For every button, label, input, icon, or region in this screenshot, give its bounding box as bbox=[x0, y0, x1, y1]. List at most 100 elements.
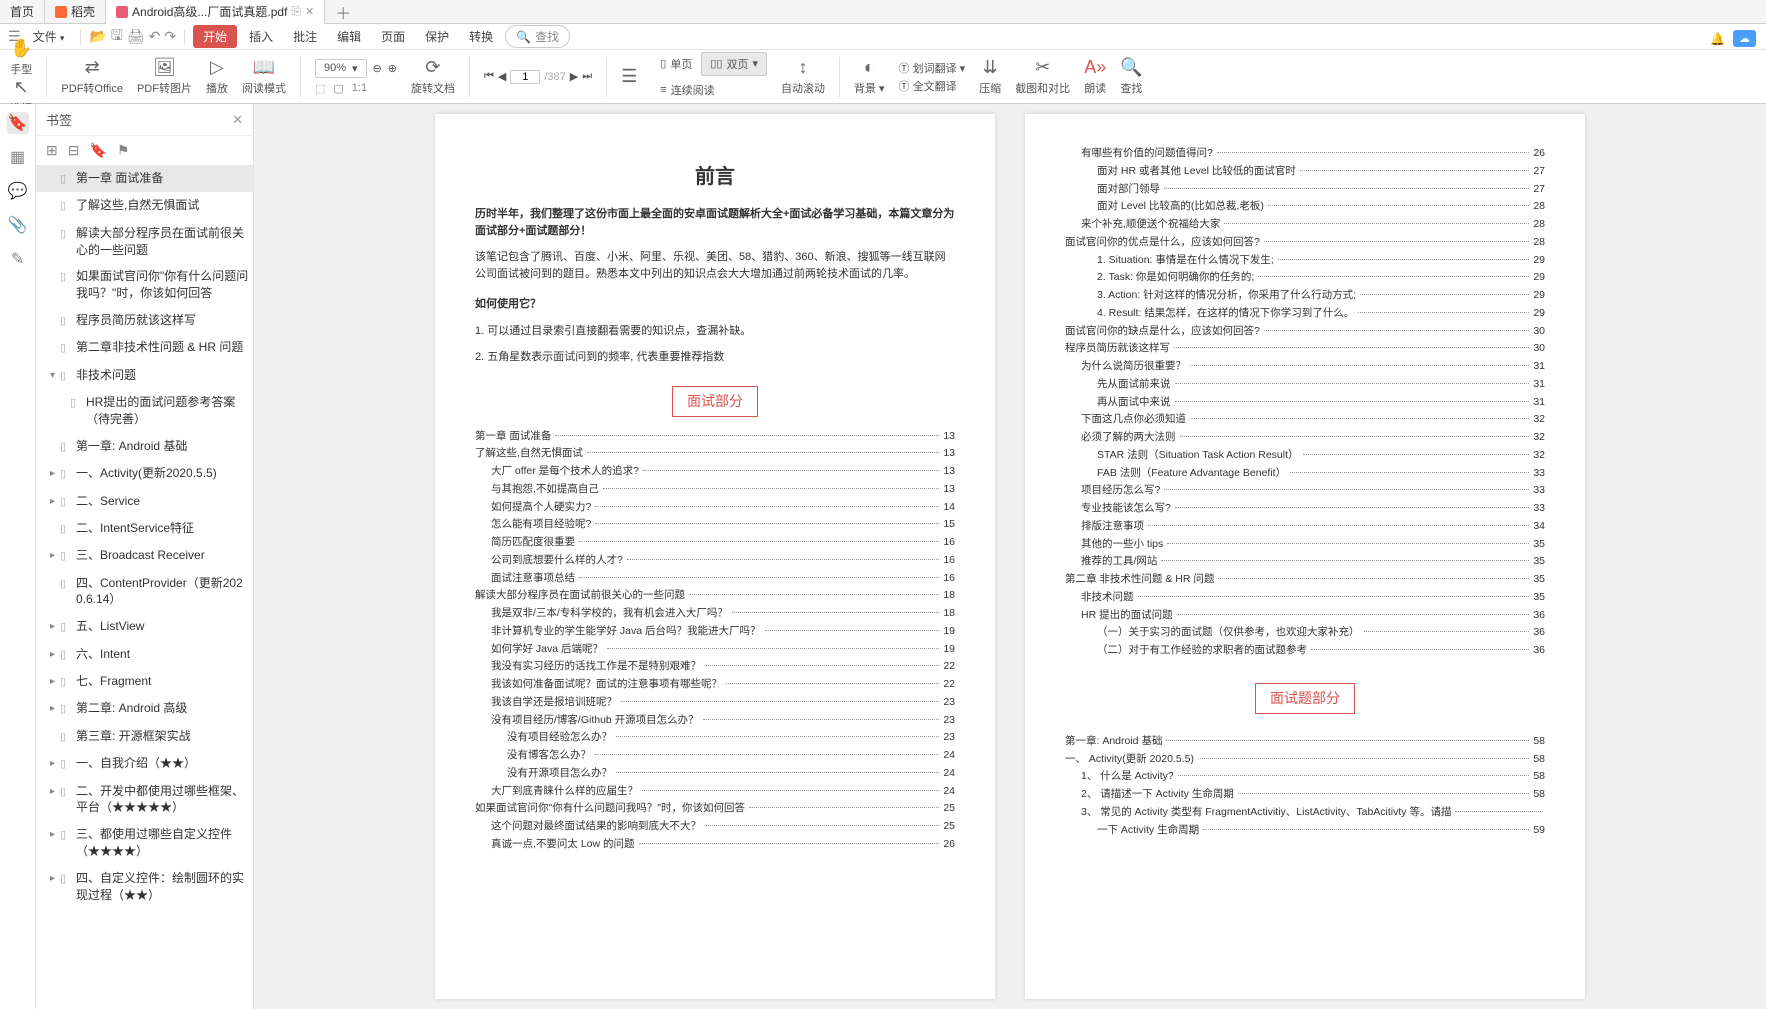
bookmark-item[interactable]: ▯四、ContentProvider（更新2020.6.14） bbox=[36, 570, 253, 614]
toc-entry: 我该如何准备面试呢？面试的注意事项有哪些呢？22 bbox=[475, 677, 955, 693]
start-tab[interactable]: 开始 bbox=[193, 25, 237, 48]
undo-icon[interactable]: ↶ bbox=[149, 28, 161, 45]
tab-daoke[interactable]: 稻壳 bbox=[45, 0, 106, 24]
bookmark-item[interactable]: ▾▯非技术问题 bbox=[36, 362, 253, 389]
collapse-icon[interactable]: ⊟ bbox=[68, 142, 80, 159]
approve-tab[interactable]: 批注 bbox=[285, 26, 325, 47]
toc-entry: HR 提出的面试问题36 bbox=[1065, 608, 1545, 624]
bookmark-item[interactable]: ▯第一章 面试准备 bbox=[36, 165, 253, 192]
open-icon[interactable]: 📂 bbox=[89, 28, 106, 45]
bookmark-item[interactable]: ▯第三章: 开源框架实战 bbox=[36, 723, 253, 750]
fit-page-icon[interactable]: ▢ bbox=[333, 82, 343, 95]
play-button[interactable]: ▷播放 bbox=[206, 57, 228, 96]
double-page-mode[interactable]: ▯▯ 双页 ▾ bbox=[701, 52, 767, 76]
actual-size-icon[interactable]: 1:1 bbox=[352, 82, 367, 95]
bookmark-item[interactable]: ▸▯六、Intent bbox=[36, 641, 253, 668]
comment-icon[interactable]: 💬 bbox=[7, 180, 29, 202]
pdf-to-office[interactable]: ⇄PDF转Office bbox=[61, 57, 123, 96]
bookmark-item[interactable]: ▸▯四、自定义控件：绘制圆环的实现过程（★★） bbox=[36, 865, 253, 909]
last-page-icon[interactable]: ⏭ bbox=[582, 70, 592, 83]
print-icon[interactable]: 🖨 bbox=[127, 28, 145, 45]
save-icon[interactable]: 🖫 bbox=[111, 25, 123, 49]
toc-entry: 面试官问你的缺点是什么，应该如何回答?30 bbox=[1065, 324, 1545, 340]
find[interactable]: 🔍查找 bbox=[1120, 57, 1142, 96]
single-page-mode[interactable]: ▯ 单页 bbox=[651, 52, 701, 76]
rotate-doc[interactable]: ⟳旋转文档 bbox=[411, 57, 455, 96]
bookmark-item[interactable]: ▸▯第二章: Android 高级 bbox=[36, 695, 253, 722]
bookmark-item[interactable]: ▸▯三、Broadcast Receiver bbox=[36, 542, 253, 569]
sidebar-close-icon[interactable]: ✕ bbox=[232, 112, 243, 128]
cloud-badge[interactable]: ☁ bbox=[1733, 30, 1756, 47]
notify-icon[interactable]: 🔔 bbox=[1710, 32, 1725, 46]
bookmark-item[interactable]: ▯第一章: Android 基础 bbox=[36, 433, 253, 460]
toc-entry: 第一章: Android 基础58 bbox=[1065, 734, 1545, 750]
bookmark-flag-icon[interactable]: ⚑ bbox=[117, 142, 130, 159]
attachment-icon[interactable]: 📎 bbox=[7, 214, 29, 236]
fit-width-icon[interactable]: ⬚ bbox=[315, 82, 325, 95]
toc-entry: STAR 法则（Situation Task Action Result）32 bbox=[1065, 448, 1545, 464]
read-mode[interactable]: 📖阅读模式 bbox=[242, 57, 286, 96]
bookmark-item[interactable]: ▯二、IntentService特征 bbox=[36, 515, 253, 542]
toc-entry: 非技术问题35 bbox=[1065, 590, 1545, 606]
search-box[interactable]: 🔍 查找 bbox=[505, 25, 570, 48]
caret-icon: ▸ bbox=[50, 872, 60, 886]
sign-icon[interactable]: ✎ bbox=[7, 248, 29, 270]
bookmark-item[interactable]: ▸▯五、ListView bbox=[36, 613, 253, 640]
toc-entry: 如何提高个人硬实力?14 bbox=[475, 500, 955, 516]
bookmark-item[interactable]: ▯程序员简历就该这样写 bbox=[36, 307, 253, 334]
edit-tab[interactable]: 编辑 bbox=[329, 26, 369, 47]
hand-tool[interactable]: ✋手型 bbox=[10, 38, 32, 77]
thumbnail-icon[interactable]: ▦ bbox=[7, 146, 29, 168]
zoom-in-icon[interactable]: ⊕ bbox=[388, 62, 397, 75]
document-canvas[interactable]: 前言 历时半年，我们整理了这份市面上最全面的安卓面试题解析大全+面试必备学习基础… bbox=[254, 104, 1766, 1009]
structure-view[interactable]: ☰ bbox=[621, 66, 637, 87]
page-input[interactable] bbox=[510, 70, 540, 84]
prev-page-icon[interactable]: ◀ bbox=[498, 70, 506, 83]
caret-icon: ▸ bbox=[50, 757, 60, 771]
bookmark-icon[interactable]: 🔖 bbox=[7, 112, 29, 134]
bookmark-item[interactable]: ▯了解这些,自然无惧面试 bbox=[36, 192, 253, 219]
page-tab[interactable]: 页面 bbox=[373, 26, 413, 47]
zoom-out-icon[interactable]: ⊖ bbox=[373, 62, 382, 75]
compress[interactable]: ⇊压缩 bbox=[979, 57, 1001, 96]
screenshot-compare[interactable]: ✂截图和对比 bbox=[1015, 57, 1070, 96]
menu-toolbar: ☰ 文件 ▾ 📂 🖫 🖨 ↶ ↷ 开始 插入 批注 编辑 页面 保护 转换 🔍 … bbox=[0, 24, 1766, 50]
tab-home[interactable]: 首页 bbox=[0, 0, 45, 24]
bookmark-item[interactable]: ▯解读大部分程序员在面试前很关心的一些问题 bbox=[36, 220, 253, 264]
toc-entry: 大厂 offer 是每个技术人的追求?13 bbox=[475, 464, 955, 480]
read-aloud[interactable]: A»朗读 bbox=[1084, 57, 1106, 96]
bookmark-item[interactable]: ▸▯二、开发中都使用过哪些框架、平台（★★★★★） bbox=[36, 778, 253, 822]
bookmark-add-icon[interactable]: 🔖 bbox=[89, 142, 106, 159]
full-translate[interactable]: Ⓣ 全文翻译 bbox=[899, 78, 966, 94]
expand-icon[interactable]: ⊞ bbox=[46, 142, 58, 159]
bookmark-toolbar: ⊞ ⊟ 🔖 ⚑ bbox=[36, 136, 253, 165]
bookmark-list: ▯第一章 面试准备▯了解这些,自然无惧面试▯解读大部分程序员在面试前很关心的一些… bbox=[36, 165, 253, 908]
toc-entry: 这个问题对最终面试结果的影响到底大不大？25 bbox=[475, 819, 955, 835]
bookmark-item[interactable]: ▸▯一、自我介绍（★★） bbox=[36, 750, 253, 777]
close-icon[interactable]: ✕ bbox=[305, 5, 314, 18]
continuous-mode[interactable]: ≡ 连续阅读 bbox=[651, 78, 767, 102]
background[interactable]: ◐背景 ▾ bbox=[854, 57, 885, 96]
toc-entry: 有哪些有价值的问题值得问?26 bbox=[1065, 146, 1545, 162]
bookmark-item[interactable]: ▯HR提出的面试问题参考答案（待完善） bbox=[36, 389, 253, 433]
tab-add[interactable]: ＋ bbox=[325, 0, 361, 24]
bookmark-item[interactable]: ▯第二章非技术性问题 & HR 问题 bbox=[36, 334, 253, 361]
word-translate[interactable]: Ⓣ 划词翻译 ▾ bbox=[899, 60, 966, 76]
redo-icon[interactable]: ↷ bbox=[164, 28, 176, 45]
bookmark-item[interactable]: ▸▯一、Activity(更新2020.5.5) bbox=[36, 460, 253, 487]
bookmark-item[interactable]: ▸▯七、Fragment bbox=[36, 668, 253, 695]
autoscroll[interactable]: ↕自动滚动 bbox=[781, 57, 825, 96]
first-page-icon[interactable]: ⏮ bbox=[484, 70, 494, 83]
tab-document[interactable]: Android高级...厂面试真题.pdf⎘✕ bbox=[106, 0, 325, 24]
protect-tab[interactable]: 保护 bbox=[417, 26, 457, 47]
pdf-to-image[interactable]: 🖼PDF转图片 bbox=[137, 57, 192, 96]
zoom-level[interactable]: 90% ▾ bbox=[315, 59, 367, 78]
bookmark-item[interactable]: ▸▯二、Service bbox=[36, 488, 253, 515]
insert-tab[interactable]: 插入 bbox=[241, 26, 281, 47]
next-page-icon[interactable]: ▶ bbox=[570, 70, 578, 83]
page-left: 前言 历时半年，我们整理了这份市面上最全面的安卓面试题解析大全+面试必备学习基础… bbox=[435, 114, 995, 999]
bookmark-item[interactable]: ▯如果面试官问你"你有什么问题问我吗？"时，你该如何回答 bbox=[36, 263, 253, 307]
bookmark-item[interactable]: ▸▯三、都使用过哪些自定义控件（★★★★） bbox=[36, 821, 253, 865]
pin-icon[interactable]: ⎘ bbox=[291, 4, 301, 19]
convert-tab[interactable]: 转换 bbox=[461, 26, 501, 47]
